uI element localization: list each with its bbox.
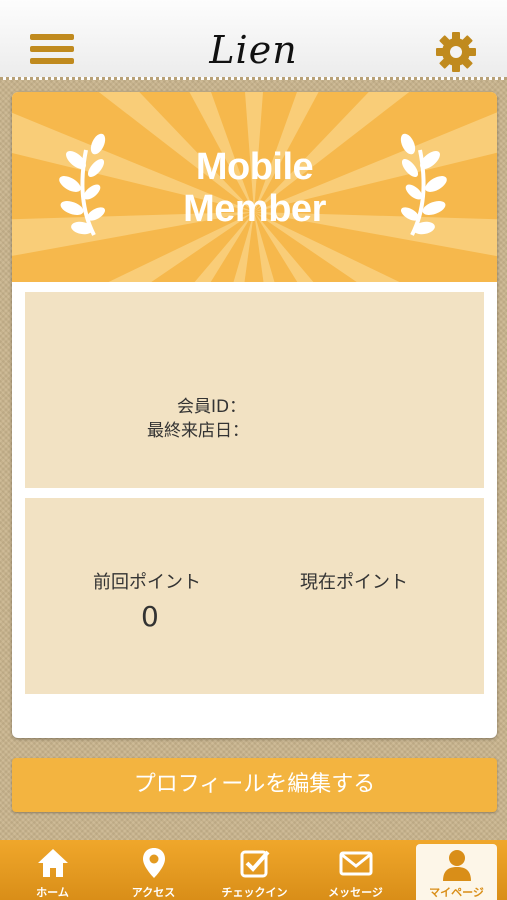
member-card: Mobile Member 会員ID： 最終来店日： 前回ポイント 0 現在ポイ… xyxy=(12,92,497,738)
edit-profile-button[interactable]: プロフィールを編集する xyxy=(12,758,497,812)
tab-mypage-label: マイページ xyxy=(429,886,484,899)
tab-access[interactable]: アクセス xyxy=(103,840,204,900)
home-icon xyxy=(37,849,68,877)
tab-checkin[interactable]: チェックイン xyxy=(204,840,305,900)
tab-home[interactable]: ホーム xyxy=(2,840,103,900)
member-info-panel: 会員ID： 最終来店日： xyxy=(25,292,484,488)
map-pin-icon xyxy=(142,848,165,878)
member-id-label: 会員ID： xyxy=(177,397,247,417)
gear-icon[interactable] xyxy=(434,30,478,74)
current-points-label: 現在ポイント xyxy=(300,572,408,593)
app-header: Lien xyxy=(0,0,507,80)
app-title: Lien xyxy=(209,28,298,72)
points-panel: 前回ポイント 0 現在ポイント xyxy=(25,498,484,694)
tab-messages[interactable]: メッセージ xyxy=(305,840,406,900)
mobile-member-banner: Mobile Member xyxy=(12,92,497,282)
checkbox-icon xyxy=(240,850,269,878)
tab-messages-label: メッセージ xyxy=(328,886,383,899)
tab-mypage[interactable]: マイページ xyxy=(416,844,497,900)
tab-access-label: アクセス xyxy=(131,886,176,899)
laurel-right-icon xyxy=(400,133,447,236)
previous-points-label: 前回ポイント xyxy=(93,572,201,593)
tab-home-label: ホーム xyxy=(36,886,69,899)
tab-checkin-label: チェックイン xyxy=(221,886,288,899)
last-visit-label: 最終来店日： xyxy=(147,421,249,441)
envelope-icon xyxy=(339,851,372,876)
user-icon xyxy=(442,850,471,881)
bottom-tab-bar: ホーム アクセス チェックイン メッセージ マイページ xyxy=(0,840,507,900)
previous-points-value: 0 xyxy=(141,600,159,633)
